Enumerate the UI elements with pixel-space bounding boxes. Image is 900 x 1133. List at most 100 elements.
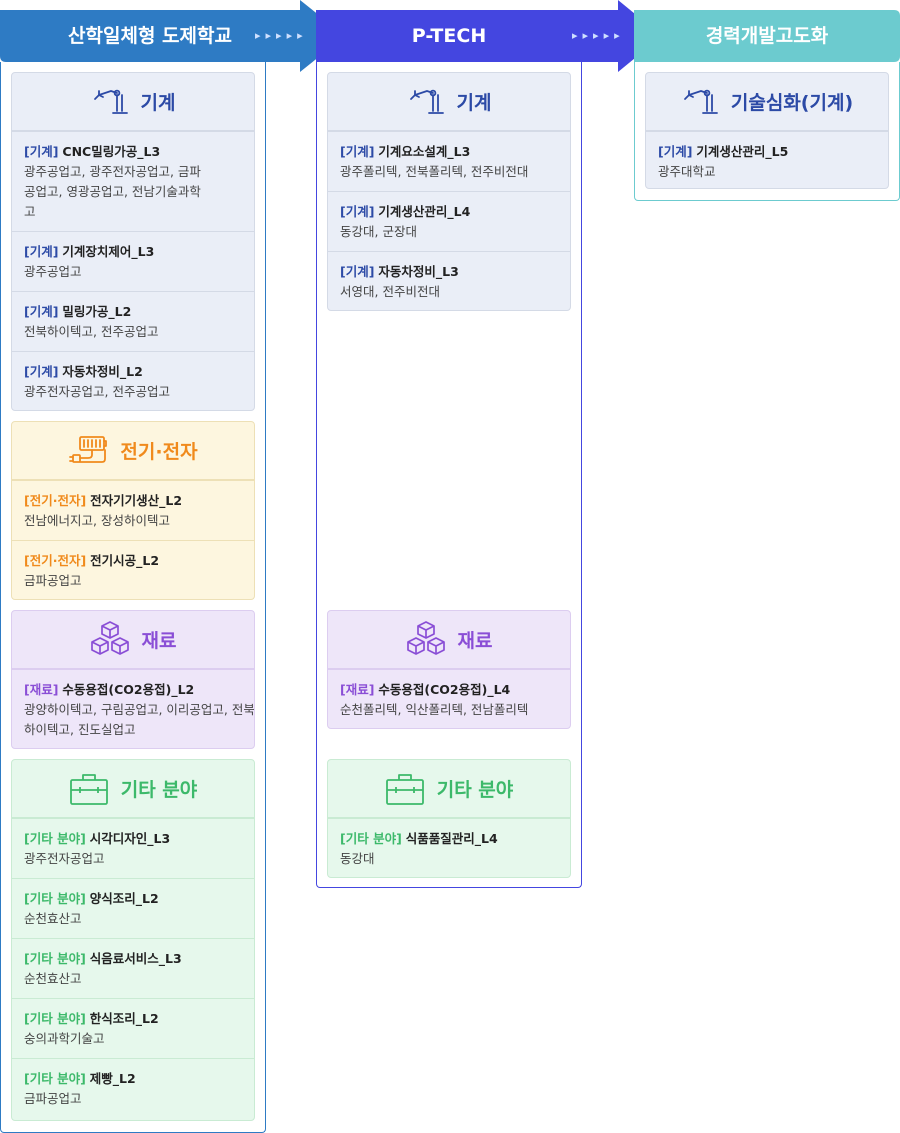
program-item: [기타 분야] 양식조리_L2 순천효산고 bbox=[12, 878, 254, 938]
program-schools: 광양하이텍고, 구림공업고, 이리공업고, 전북하이텍고, 진도실업고 bbox=[24, 702, 255, 737]
program-schools: 서영대, 전주비전대 bbox=[340, 284, 440, 299]
cubes-icon bbox=[406, 620, 446, 660]
program-item: [재료] 수동용접(CO2용접)_L2 광양하이텍고, 구림공업고, 이리공업고… bbox=[12, 669, 255, 748]
program-schools: 광주공업고, 광주전자공업고, 금파공업고, 영광공업고, 전남기술과학고 bbox=[24, 164, 201, 219]
program-tag: [기타 분야] bbox=[24, 831, 86, 846]
card-materials: 재료 [재료] 수동용접(CO2용접)_L4 순천폴리텍, 익산폴리텍, 전남폴… bbox=[327, 610, 571, 729]
card-header: 기계 bbox=[12, 73, 254, 131]
card-advanced-mechanical: 기술심화(기계) [기계] 기계생산관리_L5 광주대학교 bbox=[645, 72, 889, 189]
program-tag: [기타 분야] bbox=[24, 1011, 86, 1026]
program-item: [기계] 자동차정비_L3 서영대, 전주비전대 bbox=[328, 251, 570, 310]
program-name: 기계생산관리_L5 bbox=[696, 144, 789, 159]
program-name: 제빵_L2 bbox=[89, 1071, 136, 1086]
card-title: 전기·전자 bbox=[120, 441, 198, 463]
program-item: [기타 분야] 한식조리_L2 숭의과학기술고 bbox=[12, 998, 254, 1058]
column-apprenticeship: 기계 [기계] CNC밀링가공_L3 광주공업고, 광주전자공업고, 금파공업고… bbox=[0, 62, 266, 1133]
card-title: 기타 분야 bbox=[120, 779, 198, 801]
program-schools: 광주전자공업고 bbox=[24, 851, 105, 866]
program-tag: [기계] bbox=[340, 264, 375, 279]
program-tag: [기타 분야] bbox=[340, 831, 402, 846]
program-name: 밀링가공_L2 bbox=[62, 304, 132, 319]
program-tag: [기계] bbox=[24, 364, 59, 379]
program-tag: [기타 분야] bbox=[24, 1071, 86, 1086]
program-schools: 광주공업고 bbox=[24, 264, 82, 279]
program-name: 자동차정비_L2 bbox=[62, 364, 143, 379]
program-schools: 광주폴리텍, 전북폴리텍, 전주비전대 bbox=[340, 164, 529, 179]
program-schools: 동강대, 군장대 bbox=[340, 224, 417, 239]
program-schools: 광주전자공업고, 전주공업고 bbox=[24, 384, 170, 399]
card-title: 재료 bbox=[141, 630, 177, 652]
program-name: 기계생산관리_L4 bbox=[378, 204, 471, 219]
program-tag: [기계] bbox=[24, 244, 59, 259]
program-schools: 숭의과학기술고 bbox=[24, 1031, 105, 1046]
program-schools: 금파공업고 bbox=[24, 1091, 82, 1106]
program-schools: 동강대 bbox=[340, 851, 375, 866]
program-name: 자동차정비_L3 bbox=[378, 264, 459, 279]
battery-plug-icon bbox=[68, 434, 108, 468]
card-header: 기타 분야 bbox=[12, 760, 254, 818]
program-item: [기타 분야] 제빵_L2 금파공업고 bbox=[12, 1058, 254, 1118]
toolbox-icon bbox=[385, 771, 425, 807]
program-tag: [전기·전자] bbox=[24, 553, 87, 568]
program-tag: [재료] bbox=[24, 682, 59, 697]
column-career: 기술심화(기계) [기계] 기계생산관리_L5 광주대학교 bbox=[634, 62, 900, 201]
column-ptech: 기계 [기계] 기계요소설계_L3 광주폴리텍, 전북폴리텍, 전주비전대 [기… bbox=[316, 62, 582, 888]
card-header: 재료 bbox=[328, 611, 570, 669]
program-item: [기계] 밀링가공_L2 전북하이텍고, 전주공업고 bbox=[12, 291, 254, 351]
program-schools: 광주대학교 bbox=[658, 164, 716, 179]
arrow-dots: ▸▸▸▸▸ bbox=[572, 29, 625, 42]
program-item: [전기·전자] 전기시공_L2 금파공업고 bbox=[12, 540, 254, 599]
program-name: 기계장치제어_L3 bbox=[62, 244, 155, 259]
robot-arm-icon bbox=[681, 87, 719, 117]
program-item: [기타 분야] 시각디자인_L3 광주전자공업고 bbox=[12, 818, 254, 878]
program-name: 전기시공_L2 bbox=[90, 553, 160, 568]
program-name: 수동용접(CO2용접)_L4 bbox=[378, 682, 511, 697]
card-header: 기타 분야 bbox=[328, 760, 570, 818]
program-name: CNC밀링가공_L3 bbox=[62, 144, 161, 159]
card-mechanical: 기계 [기계] 기계요소설계_L3 광주폴리텍, 전북폴리텍, 전주비전대 [기… bbox=[327, 72, 571, 311]
program-tag: [기계] bbox=[340, 144, 375, 159]
program-schools: 순천효산고 bbox=[24, 911, 82, 926]
program-item: [기타 분야] 식품품질관리_L4 동강대 bbox=[328, 818, 570, 877]
card-title: 기술심화(기계) bbox=[730, 92, 854, 114]
program-tag: [기타 분야] bbox=[24, 891, 86, 906]
program-tag: [전기·전자] bbox=[24, 493, 87, 508]
program-tag: [기계] bbox=[24, 144, 59, 159]
program-item: [전기·전자] 전자기기생산_L2 전남에너지고, 장성하이텍고 bbox=[12, 480, 254, 540]
program-item: [기계] 기계생산관리_L5 광주대학교 bbox=[646, 131, 888, 188]
card-header: 기술심화(기계) bbox=[646, 73, 888, 131]
card-others: 기타 분야 [기타 분야] 시각디자인_L3 광주전자공업고 [기타 분야] 양… bbox=[11, 759, 255, 1121]
program-name: 수동용접(CO2용접)_L2 bbox=[62, 682, 195, 697]
card-header: 기계 bbox=[328, 73, 570, 131]
card-header: 전기·전자 bbox=[12, 422, 254, 480]
program-schools: 전북하이텍고, 전주공업고 bbox=[24, 324, 159, 339]
program-name: 기계요소설계_L3 bbox=[378, 144, 471, 159]
program-tag: [기타 분야] bbox=[24, 951, 86, 966]
arrow-dots: ▸▸▸▸▸ bbox=[255, 29, 308, 42]
program-item: [기계] CNC밀링가공_L3 광주공업고, 광주전자공업고, 금파공업고, 영… bbox=[12, 131, 254, 231]
program-tag: [기계] bbox=[24, 304, 59, 319]
card-title: 기타 분야 bbox=[436, 779, 514, 801]
program-schools: 순천효산고 bbox=[24, 971, 82, 986]
card-others: 기타 분야 [기타 분야] 식품품질관리_L4 동강대 bbox=[327, 759, 571, 878]
program-name: 시각디자인_L3 bbox=[89, 831, 171, 846]
program-item: [기타 분야] 식음료서비스_L3 순천효산고 bbox=[12, 938, 254, 998]
card-title: 기계 bbox=[140, 92, 176, 114]
cubes-icon bbox=[90, 620, 130, 660]
card-title: 재료 bbox=[457, 630, 493, 652]
program-schools: 금파공업고 bbox=[24, 573, 82, 588]
program-tag: [기계] bbox=[340, 204, 375, 219]
program-name: 양식조리_L2 bbox=[89, 891, 159, 906]
program-item: [기계] 기계생산관리_L4 동강대, 군장대 bbox=[328, 191, 570, 251]
card-materials: 재료 [재료] 수동용접(CO2용접)_L2 광양하이텍고, 구림공업고, 이리… bbox=[11, 610, 255, 749]
program-name: 한식조리_L2 bbox=[89, 1011, 159, 1026]
program-item: [재료] 수동용접(CO2용접)_L4 순천폴리텍, 익산폴리텍, 전남폴리텍 bbox=[328, 669, 570, 728]
card-header: 재료 bbox=[12, 611, 254, 669]
program-tag: [기계] bbox=[658, 144, 693, 159]
program-item: [기계] 기계요소설계_L3 광주폴리텍, 전북폴리텍, 전주비전대 bbox=[328, 131, 570, 191]
program-name: 식음료서비스_L3 bbox=[89, 951, 182, 966]
robot-arm-icon bbox=[407, 87, 445, 117]
program-schools: 순천폴리텍, 익산폴리텍, 전남폴리텍 bbox=[340, 702, 529, 717]
program-item: [기계] 기계장치제어_L3 광주공업고 bbox=[12, 231, 254, 291]
program-item: [기계] 자동차정비_L2 광주전자공업고, 전주공업고 bbox=[12, 351, 254, 410]
